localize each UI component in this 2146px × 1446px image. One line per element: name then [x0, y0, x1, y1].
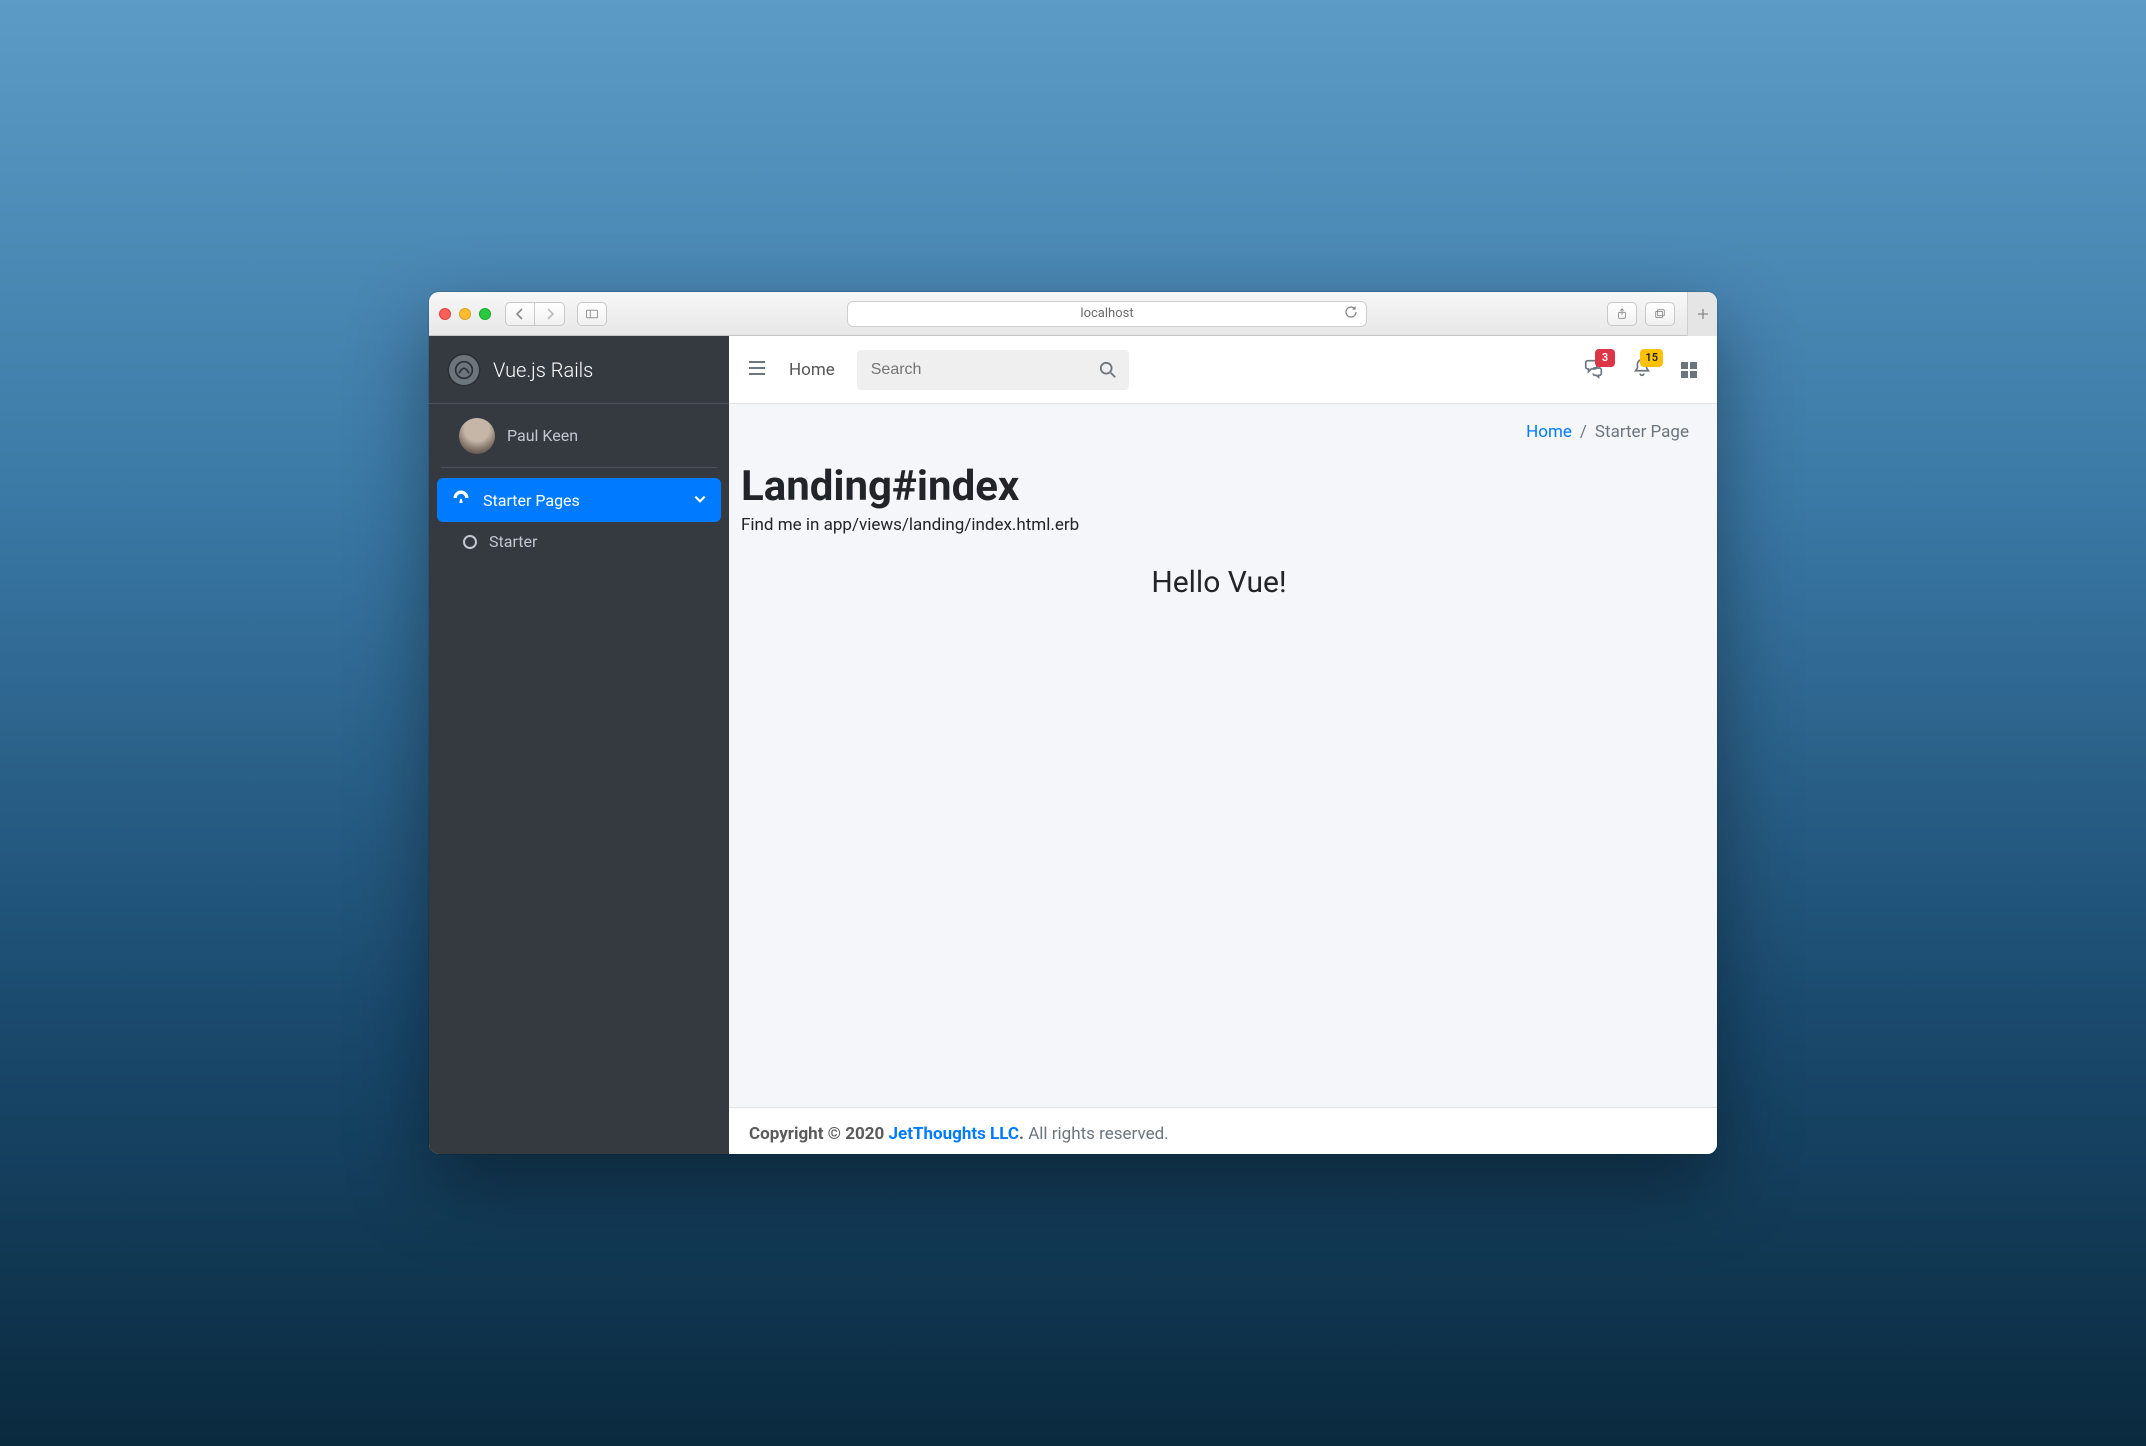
tabs-button[interactable] — [1645, 302, 1675, 326]
breadcrumb-sep: / — [1580, 422, 1587, 442]
address-bar[interactable]: localhost — [847, 301, 1367, 327]
topnav: Home 3 — [729, 336, 1717, 404]
minimize-window-button[interactable] — [459, 308, 471, 320]
back-button[interactable] — [505, 302, 535, 326]
brand[interactable]: Vue.js Rails — [429, 336, 729, 404]
sidebar-item-label: Starter — [489, 532, 537, 551]
sidebar-item-starter[interactable]: Starter — [437, 522, 721, 561]
notifications-badge: 15 — [1640, 349, 1663, 367]
sidebar-toggle-button[interactable] — [577, 302, 607, 326]
new-tab-button[interactable] — [1687, 292, 1717, 336]
brand-text: Vue.js Rails — [493, 358, 593, 382]
breadcrumb: Home / Starter Page — [729, 404, 1717, 442]
forward-button[interactable] — [535, 302, 565, 326]
page-title: Landing#index — [741, 462, 1697, 511]
dashboard-icon — [451, 488, 471, 512]
main: Home 3 — [729, 336, 1717, 1154]
reload-icon[interactable] — [1344, 305, 1358, 323]
window-controls — [439, 308, 491, 320]
sidebar-item-label: Starter Pages — [483, 491, 580, 510]
topnav-right: 3 15 — [1583, 357, 1699, 383]
page-subtitle: Find me in app/views/landing/index.html.… — [741, 515, 1697, 535]
search-input[interactable] — [857, 361, 1087, 379]
search-button[interactable] — [1087, 350, 1129, 390]
safari-right-controls — [1607, 302, 1707, 326]
url-text: localhost — [1080, 306, 1133, 321]
close-window-button[interactable] — [439, 308, 451, 320]
brand-logo-icon — [447, 353, 481, 387]
sidebar-nav: Starter Pages Starter — [429, 468, 729, 571]
content: Landing#index Find me in app/views/landi… — [729, 442, 1717, 1107]
hello-text: Hello Vue! — [741, 565, 1697, 600]
apps-grid-button[interactable] — [1679, 360, 1699, 380]
nav-link-home[interactable]: Home — [789, 360, 835, 380]
user-panel[interactable]: Paul Keen — [441, 404, 717, 468]
share-button[interactable] — [1607, 302, 1637, 326]
avatar — [459, 418, 495, 454]
circle-icon — [463, 535, 477, 549]
search-box — [857, 350, 1129, 390]
footer: Copyright © 2020 JetThoughts LLC. All ri… — [729, 1107, 1717, 1154]
footer-copyright: Copyright © 2020 — [749, 1124, 889, 1144]
footer-rest: All rights reserved. — [1024, 1124, 1169, 1144]
nav-buttons — [505, 302, 565, 326]
safari-window: localhost Vue.js Rails — [429, 292, 1717, 1154]
footer-link[interactable]: JetThoughts LLC — [889, 1124, 1020, 1144]
user-name: Paul Keen — [507, 426, 578, 445]
sidebar-item-starter-pages[interactable]: Starter Pages — [437, 478, 721, 522]
safari-toolbar: localhost — [429, 292, 1717, 336]
maximize-window-button[interactable] — [479, 308, 491, 320]
breadcrumb-current: Starter Page — [1595, 422, 1689, 442]
breadcrumb-home[interactable]: Home — [1526, 422, 1572, 442]
hamburger-button[interactable] — [747, 358, 767, 382]
messages-button[interactable]: 3 — [1583, 357, 1605, 383]
sidebar: Vue.js Rails Paul Keen Starter Pages — [429, 336, 729, 1154]
notifications-button[interactable]: 15 — [1631, 357, 1653, 383]
messages-badge: 3 — [1595, 349, 1615, 367]
chevron-down-icon — [693, 491, 707, 510]
page-body: Vue.js Rails Paul Keen Starter Pages — [429, 336, 1717, 1154]
